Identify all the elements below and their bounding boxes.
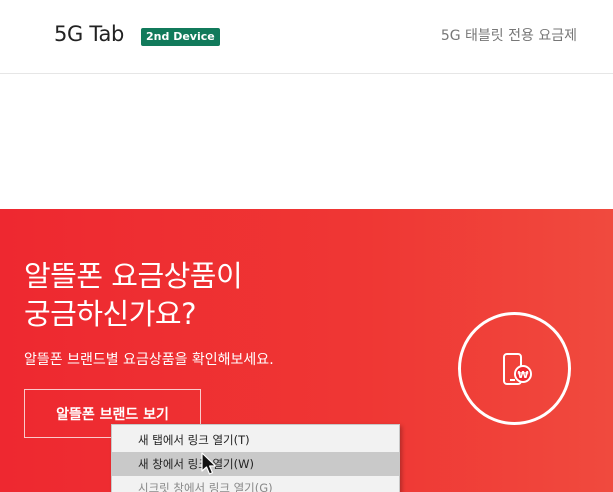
menu-open-new-window[interactable]: 새 창에서 링크 열기(W)	[112, 452, 399, 476]
context-menu: 새 탭에서 링크 열기(T) 새 창에서 링크 열기(W) 시크릿 창에서 링크…	[111, 424, 400, 492]
svg-text:₩: ₩	[517, 370, 528, 381]
phone-won-icon: ₩	[503, 353, 532, 385]
plan-name: 5G Tab	[54, 22, 125, 46]
mouse-cursor-icon	[201, 452, 217, 475]
banner-title: 알뜰폰 요금상품이 궁금하신가요?	[24, 257, 243, 333]
plan-badge: 2nd Device	[141, 28, 220, 46]
circle-ring: ₩	[458, 312, 571, 425]
page: 5G Tab 2nd Device 5G 태블릿 전용 요금제 알뜰폰 요금상품…	[0, 0, 613, 492]
plan-description: 5G 태블릿 전용 요금제	[440, 28, 577, 44]
banner-title-line1: 알뜰폰 요금상품이	[24, 259, 243, 293]
view-brands-button-label: 알뜰폰 브랜드 보기	[56, 406, 169, 423]
banner-title-line2: 궁금하신가요?	[24, 297, 196, 331]
menu-open-incognito[interactable]: 시크릿 창에서 링크 열기(G)	[112, 476, 399, 492]
plan-row[interactable]: 5G Tab 2nd Device 5G 태블릿 전용 요금제	[0, 0, 613, 74]
banner-subtitle: 알뜰폰 브랜드별 요금상품을 확인해보세요.	[24, 352, 274, 368]
menu-open-new-tab[interactable]: 새 탭에서 링크 열기(T)	[112, 428, 399, 452]
